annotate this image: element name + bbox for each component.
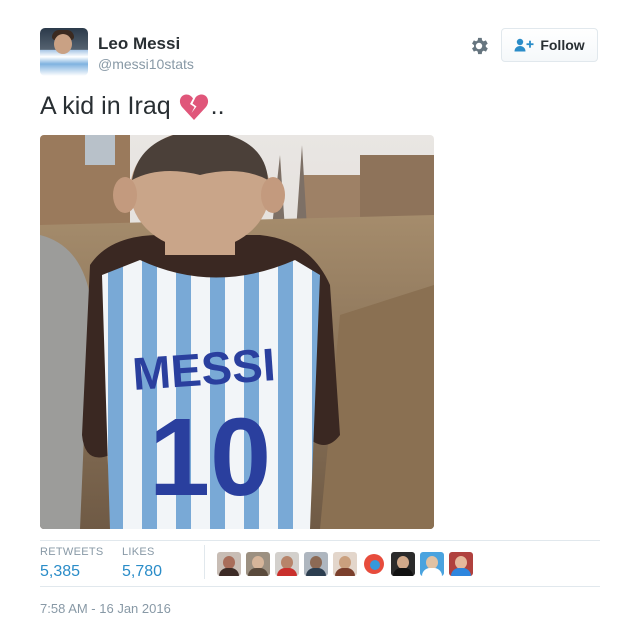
liker-avatar[interactable]	[449, 552, 473, 576]
likes-label: LIKES	[122, 546, 155, 558]
liker-avatar[interactable]	[217, 552, 241, 576]
broken-heart-icon	[179, 93, 208, 120]
liker-avatar[interactable]	[304, 552, 328, 576]
author-avatar[interactable]	[40, 28, 88, 76]
liker-avatar[interactable]	[391, 552, 415, 576]
divider-top	[40, 540, 600, 541]
photo-scene: MESSI 10	[40, 135, 434, 529]
gear-icon[interactable]	[468, 35, 490, 57]
liker-avatar[interactable]	[362, 552, 386, 576]
avatar-face	[54, 34, 72, 54]
tweet-text: A kid in Iraq ..	[40, 92, 225, 121]
shirt-number-text: 10	[149, 396, 271, 519]
follow-label: Follow	[540, 37, 585, 53]
liker-avatar[interactable]	[333, 552, 357, 576]
retweets-label: RETWEETS	[40, 546, 104, 558]
liker-avatar[interactable]	[420, 552, 444, 576]
liker-avatars	[217, 552, 473, 576]
add-user-icon	[514, 38, 534, 52]
liker-avatar[interactable]	[275, 552, 299, 576]
retweets-count[interactable]: 5,385	[40, 563, 80, 581]
stats-separator	[204, 545, 205, 579]
author-name[interactable]: Leo Messi	[98, 34, 180, 54]
shirt-name-text: MESSI	[131, 338, 277, 400]
liker-avatar[interactable]	[246, 552, 270, 576]
follow-button[interactable]: Follow	[501, 28, 598, 62]
author-handle[interactable]: @messi10stats	[98, 56, 194, 72]
likes-count[interactable]: 5,780	[122, 563, 162, 581]
divider-bottom	[40, 586, 600, 587]
tweet-text-main: A kid in Iraq	[40, 92, 171, 120]
tweet-photo[interactable]: MESSI 10	[40, 135, 434, 529]
tweet-text-suffix: ..	[210, 92, 225, 120]
tweet-timestamp[interactable]: 7:58 AM - 16 Jan 2016	[40, 601, 171, 616]
